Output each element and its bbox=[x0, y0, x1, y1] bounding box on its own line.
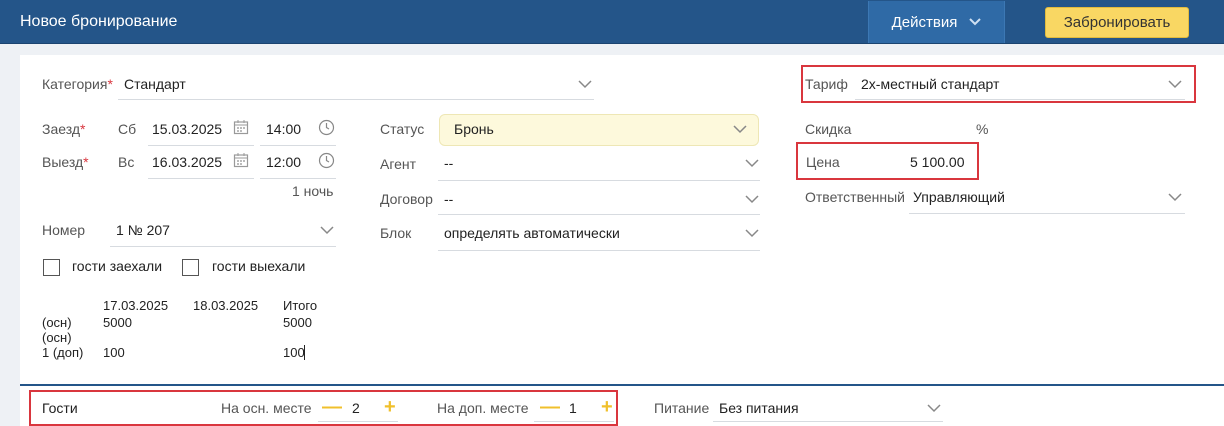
price-label: Цена bbox=[806, 154, 840, 170]
table-header-cell: 17.03.2025 bbox=[103, 298, 169, 313]
table-header-cell: 18.03.2025 bbox=[193, 298, 259, 313]
booking-form bbox=[20, 55, 1224, 385]
main-count-input[interactable]: 2 bbox=[352, 400, 360, 416]
clock-icon[interactable] bbox=[318, 152, 335, 169]
responsible-select[interactable]: Управляющий bbox=[913, 189, 1005, 205]
extra-minus-button[interactable]: — bbox=[540, 397, 560, 417]
checkout-date-input[interactable]: 16.03.2025 bbox=[152, 154, 222, 170]
table-cell: 5000 bbox=[103, 315, 132, 330]
price-input[interactable]: 5 100.00 bbox=[910, 154, 965, 170]
chevron-down-icon[interactable] bbox=[927, 404, 941, 413]
block-select[interactable]: определять автоматически bbox=[444, 225, 620, 241]
tariff-select[interactable]: 2х-местный стандарт bbox=[861, 76, 999, 92]
meal-select[interactable]: Без питания bbox=[719, 400, 799, 416]
chevron-down-icon bbox=[969, 18, 982, 26]
chevron-down-icon[interactable] bbox=[1168, 193, 1182, 202]
checkout-label: Выезд* bbox=[42, 154, 89, 170]
chevron-down-icon[interactable] bbox=[733, 125, 747, 134]
main-minus-button[interactable]: — bbox=[322, 397, 342, 417]
checkout-day: Вс bbox=[118, 154, 135, 170]
block-label: Блок bbox=[380, 225, 412, 241]
guests-checked-in-label: гости заехали bbox=[72, 258, 163, 274]
book-button[interactable]: Забронировать bbox=[1045, 7, 1189, 38]
discount-input[interactable] bbox=[880, 117, 970, 139]
chevron-down-icon[interactable] bbox=[745, 195, 759, 204]
status-value: Бронь bbox=[454, 121, 494, 137]
category-select[interactable]: Стандарт bbox=[124, 76, 186, 92]
table-row-label: 1 (доп) bbox=[42, 345, 84, 360]
status-label: Статус bbox=[380, 121, 425, 137]
nights-count: 1 ночь bbox=[292, 183, 334, 199]
guests-checked-in-checkbox[interactable] bbox=[43, 259, 60, 276]
top-bar: Новое бронирование Действия Забронироват… bbox=[0, 0, 1224, 44]
clock-icon[interactable] bbox=[318, 119, 335, 136]
category-label: Категория* bbox=[42, 76, 113, 92]
table-cell: 100 bbox=[103, 345, 125, 360]
meal-label: Питание bbox=[654, 400, 710, 416]
table-cell[interactable]: 100 bbox=[283, 345, 305, 360]
checkin-time-input[interactable]: 14:00 bbox=[266, 121, 301, 137]
guests-label: Гости bbox=[42, 400, 78, 416]
checkout-time-input[interactable]: 12:00 bbox=[266, 154, 301, 170]
table-header-cell: Итого bbox=[283, 298, 318, 313]
table-row-label: (осн) bbox=[42, 330, 72, 345]
main-place-label: На осн. месте bbox=[221, 400, 312, 416]
chevron-down-icon[interactable] bbox=[1168, 80, 1182, 89]
calendar-icon[interactable] bbox=[233, 152, 249, 168]
responsible-label: Ответственный bbox=[805, 189, 905, 205]
agent-select[interactable]: -- bbox=[444, 155, 453, 171]
checkin-day: Сб bbox=[118, 121, 137, 137]
table-cell: 5000 bbox=[283, 315, 312, 330]
actions-label: Действия bbox=[891, 13, 958, 31]
extra-place-label: На доп. месте bbox=[437, 400, 529, 416]
page-title: Новое бронирование bbox=[20, 13, 178, 30]
extra-count-input[interactable]: 1 bbox=[569, 400, 577, 416]
chevron-down-icon[interactable] bbox=[745, 159, 759, 168]
discount-unit: % bbox=[976, 121, 989, 137]
room-select[interactable]: 1 № 207 bbox=[116, 222, 170, 238]
extra-plus-button[interactable]: + bbox=[601, 397, 613, 417]
checkin-date-input[interactable]: 15.03.2025 bbox=[152, 121, 222, 137]
text-cursor bbox=[304, 345, 305, 360]
actions-button[interactable]: Действия bbox=[868, 1, 1005, 43]
main-plus-button[interactable]: + bbox=[384, 397, 396, 417]
guests-checked-out-label: гости выехали bbox=[212, 258, 306, 274]
chevron-down-icon[interactable] bbox=[320, 226, 334, 235]
tariff-label: Тариф bbox=[805, 76, 848, 92]
contract-select[interactable]: -- bbox=[444, 191, 453, 207]
checkin-label: Заезд* bbox=[42, 121, 86, 137]
chevron-down-icon[interactable] bbox=[578, 80, 592, 89]
guests-checked-out-checkbox[interactable] bbox=[182, 259, 199, 276]
discount-label: Скидка bbox=[805, 121, 852, 137]
agent-label: Агент bbox=[380, 156, 417, 172]
contract-label: Договор bbox=[380, 191, 433, 207]
room-label: Номер bbox=[42, 222, 86, 238]
chevron-down-icon[interactable] bbox=[745, 229, 759, 238]
calendar-icon[interactable] bbox=[233, 119, 249, 135]
table-row-label: (осн) bbox=[42, 315, 72, 330]
